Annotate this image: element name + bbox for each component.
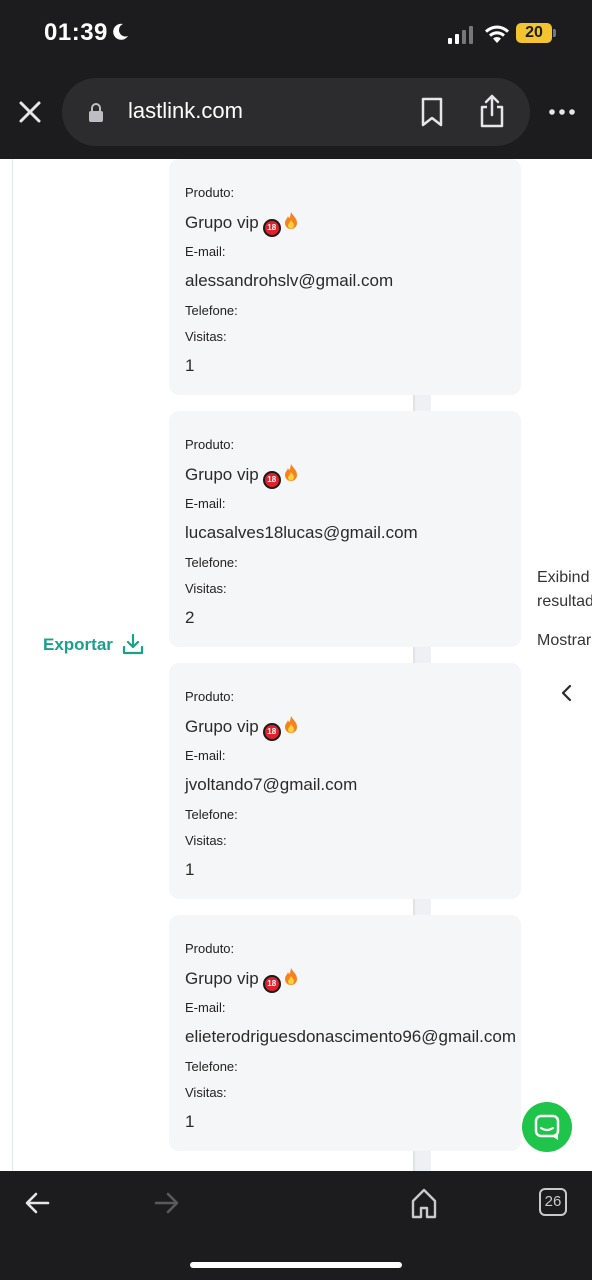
url-text: lastlink.com [128, 98, 243, 123]
product-label: Produto: [185, 689, 235, 704]
close-icon[interactable] [16, 98, 44, 126]
forward-arrow-icon[interactable] [152, 1189, 180, 1217]
lead-card: Produto: Grupo vip 18 E-mail: lucasalves1… [169, 411, 521, 647]
email-label: E-mail: [185, 1000, 226, 1015]
lead-card: Produto: Grupo vip 18 E-mail: alessandroh… [169, 159, 521, 395]
email-label: E-mail: [185, 244, 226, 259]
product-value: Grupo vip 18 [185, 967, 299, 993]
phone-label: Telefone: [185, 303, 238, 318]
battery-indicator: 20 [516, 23, 552, 43]
share-icon[interactable] [478, 94, 506, 128]
visits-label: Visitas: [185, 329, 227, 344]
cellular-signal-icon [448, 26, 473, 44]
visits-value: 1 [185, 860, 195, 879]
product-value: Grupo vip 18 [185, 463, 299, 489]
product-value: Grupo vip 18 [185, 211, 299, 237]
visits-label: Visitas: [185, 833, 227, 848]
home-indicator [190, 1262, 402, 1268]
lead-card: Produto: Grupo vip 18 E-mail: jvoltando7@… [169, 663, 521, 899]
phone-label: Telefone: [185, 807, 238, 822]
lead-card: Produto: Grupo vip 18 E-mail: elieterodri… [169, 915, 521, 1151]
adult-18-icon: 18 [262, 471, 281, 489]
wifi-icon [485, 25, 509, 43]
adult-18-icon: 18 [262, 975, 281, 993]
lock-icon [89, 103, 103, 122]
moon-icon [113, 23, 128, 40]
browser-bottom-bar: 26 [0, 1171, 592, 1280]
email-value: elieterodriguesdonascimento96@gmail.com [185, 1027, 516, 1046]
address-bar[interactable]: lastlink.com [62, 78, 530, 146]
visits-label: Visitas: [185, 1085, 227, 1100]
more-options-icon[interactable] [548, 102, 576, 122]
sidebar-divider [12, 159, 13, 1171]
chat-support-button[interactable] [522, 1102, 572, 1152]
status-time: 01:39 [44, 19, 108, 46]
chevron-left-icon[interactable] [560, 683, 574, 703]
browser-toolbar: lastlink.com [0, 70, 592, 159]
email-value: alessandrohslv@gmail.com [185, 271, 394, 290]
adult-18-icon: 18 [262, 219, 281, 237]
visits-label: Visitas: [185, 581, 227, 596]
status-bar: 01:39 20 [0, 0, 592, 70]
product-label: Produto: [185, 185, 235, 200]
page-content: Produto: Grupo vip 18 E-mail: alessandroh… [0, 159, 592, 1171]
fire-icon [284, 968, 297, 985]
product-label: Produto: [185, 941, 235, 956]
back-arrow-icon[interactable] [24, 1189, 52, 1217]
show-per-page-label: Mostrar [537, 632, 592, 649]
results-info-text-2: resultad [537, 593, 592, 610]
battery-nub [553, 29, 556, 37]
fire-icon [284, 464, 297, 481]
visits-value: 1 [185, 1112, 195, 1131]
fire-icon [284, 212, 297, 229]
tabs-count-button[interactable]: 26 [539, 1188, 567, 1216]
visits-value: 1 [185, 356, 195, 375]
chat-icon [534, 1114, 560, 1140]
email-value: lucasalves18lucas@gmail.com [185, 523, 418, 542]
email-value: jvoltando7@gmail.com [185, 775, 358, 794]
results-info-text: Exibind [537, 569, 590, 586]
email-label: E-mail: [185, 748, 226, 763]
bookmark-icon[interactable] [420, 97, 444, 127]
adult-18-icon: 18 [262, 723, 281, 741]
visits-value: 2 [185, 608, 195, 627]
export-button[interactable]: Exportar [43, 635, 113, 655]
download-icon[interactable] [122, 633, 144, 655]
home-icon[interactable] [410, 1187, 438, 1219]
email-label: E-mail: [185, 496, 226, 511]
product-label: Produto: [185, 437, 235, 452]
phone-label: Telefone: [185, 555, 238, 570]
product-value: Grupo vip 18 [185, 715, 299, 741]
phone-label: Telefone: [185, 1059, 238, 1074]
fire-icon [284, 716, 297, 733]
